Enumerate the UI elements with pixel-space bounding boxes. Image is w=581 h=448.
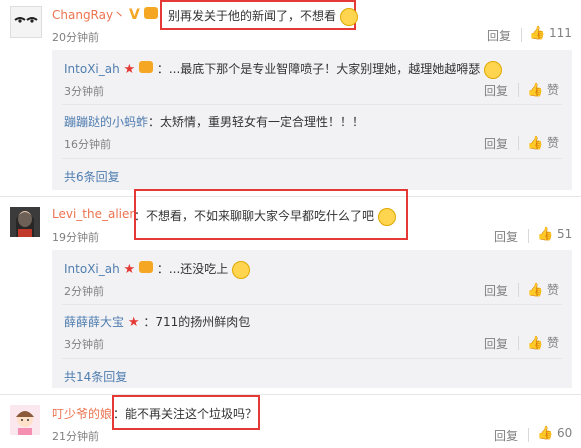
divider — [62, 104, 562, 105]
thumbs-up-icon: 👍 — [529, 26, 546, 41]
like-button[interactable]: 👍 51 — [537, 227, 572, 242]
comment-header: Levi_the_alien — [52, 207, 137, 221]
reply-item: IntoXi_ah ★ ：...最底下那个是专业智障喷子！大家别理她，越理她越嘚… — [64, 60, 503, 79]
star-icon: ★ — [127, 315, 140, 330]
divider — [518, 136, 519, 150]
comment-text: ：不想看，不如来聊聊大家今早都吃什么了吧 — [134, 207, 396, 226]
divider — [0, 394, 581, 395]
reply-time: 2分钟前 — [64, 285, 104, 298]
divider — [521, 28, 522, 42]
thumbs-up-icon: 👍 — [527, 136, 544, 151]
comment-text: ：能不再关注这个垃圾吗？ — [113, 407, 258, 421]
reply-button[interactable]: 回复 — [494, 427, 518, 444]
reply-username[interactable]: IntoXi_ah — [64, 62, 120, 76]
reply-item: IntoXi_ah ★ ：...还没吃上 — [64, 260, 251, 279]
avatar[interactable] — [10, 6, 42, 38]
reply-text: ：...还没吃上 — [156, 262, 229, 276]
comment-header: 叮少爷的娘 — [52, 405, 112, 422]
thumbs-up-icon: 👍 — [527, 83, 544, 98]
vip-badge-icon — [139, 61, 154, 73]
more-replies-link[interactable]: 共14条回复 — [64, 368, 127, 385]
verified-v-icon: V — [128, 7, 140, 23]
divider — [528, 229, 529, 243]
reply-username[interactable]: 蹦蹦跶的小蚂蚱 — [64, 115, 148, 129]
like-button[interactable]: 👍 赞 — [527, 134, 559, 151]
emoji-icon — [339, 7, 358, 26]
reply-button[interactable]: 回复 — [484, 282, 508, 299]
comment-time: 21分钟前 — [52, 430, 99, 443]
like-label: 赞 — [547, 136, 560, 150]
like-label: 赞 — [547, 283, 560, 297]
vip-badge-icon — [139, 261, 154, 273]
reply-text: ：太矫情，重男轻女有一定合理性！！！ — [148, 115, 365, 129]
divider — [518, 83, 519, 97]
vip-badge-icon — [143, 7, 158, 19]
comment-username[interactable]: 叮少爷的娘 — [52, 407, 112, 421]
divider — [62, 158, 562, 159]
divider — [528, 428, 529, 442]
reply-username[interactable]: 薛薛薛大宝 — [64, 315, 124, 329]
reply-time: 3分钟前 — [64, 338, 104, 351]
comment-header: ChangRay丶 V — [52, 6, 158, 23]
like-count: 111 — [549, 26, 572, 40]
reply-text: ：711的扬州鲜肉包 — [143, 315, 251, 329]
thumbs-up-icon: 👍 — [527, 283, 544, 298]
divider — [518, 283, 519, 297]
star-icon: ★ — [123, 62, 136, 77]
thumbs-up-icon: 👍 — [537, 426, 554, 441]
reply-time: 3分钟前 — [64, 85, 104, 98]
like-count: 60 — [557, 426, 573, 440]
reply-button[interactable]: 回复 — [494, 228, 518, 245]
thumbs-up-icon: 👍 — [537, 227, 554, 242]
divider — [62, 358, 562, 359]
like-button[interactable]: 👍 赞 — [527, 334, 559, 351]
comment-time: 20分钟前 — [52, 31, 99, 44]
like-button[interactable]: 👍 赞 — [527, 281, 559, 298]
reply-button[interactable]: 回复 — [484, 82, 508, 99]
thumbs-up-icon: 👍 — [527, 336, 544, 351]
avatar[interactable] — [10, 207, 40, 237]
divider — [62, 304, 562, 305]
like-label: 赞 — [547, 83, 560, 97]
reply-text: ：...最底下那个是专业智障喷子！大家别理她，越理她越嘚瑟 — [156, 62, 481, 76]
like-button[interactable]: 👍 111 — [529, 26, 572, 41]
emoji-icon — [232, 260, 251, 279]
like-button[interactable]: 👍 60 — [537, 426, 572, 441]
reply-button[interactable]: 回复 — [484, 135, 508, 152]
emoji-icon — [377, 207, 396, 226]
divider — [518, 336, 519, 350]
like-label: 赞 — [547, 336, 560, 350]
comment-username[interactable]: ChangRay — [52, 8, 113, 22]
reply-button[interactable]: 回复 — [484, 335, 508, 352]
reply-item: 蹦蹦跶的小蚂蚱：太矫情，重男轻女有一定合理性！！！ — [64, 113, 364, 130]
reply-item: 薛薛薛大宝 ★ ：711的扬州鲜肉包 — [64, 313, 250, 330]
star-icon: ★ — [123, 262, 136, 277]
reply-username[interactable]: IntoXi_ah — [64, 262, 120, 276]
comment-username[interactable]: Levi_the_alien — [52, 207, 137, 221]
reply-time: 16分钟前 — [64, 138, 111, 151]
like-count: 51 — [557, 227, 573, 241]
comment-time: 19分钟前 — [52, 231, 99, 244]
like-button[interactable]: 👍 赞 — [527, 81, 559, 98]
comment-text: 别再发关于他的新闻了，不想看 — [168, 7, 358, 26]
emoji-icon — [484, 60, 503, 79]
more-replies-link[interactable]: 共6条回复 — [64, 168, 120, 185]
reply-button[interactable]: 回复 — [487, 27, 511, 44]
avatar[interactable] — [10, 405, 40, 435]
